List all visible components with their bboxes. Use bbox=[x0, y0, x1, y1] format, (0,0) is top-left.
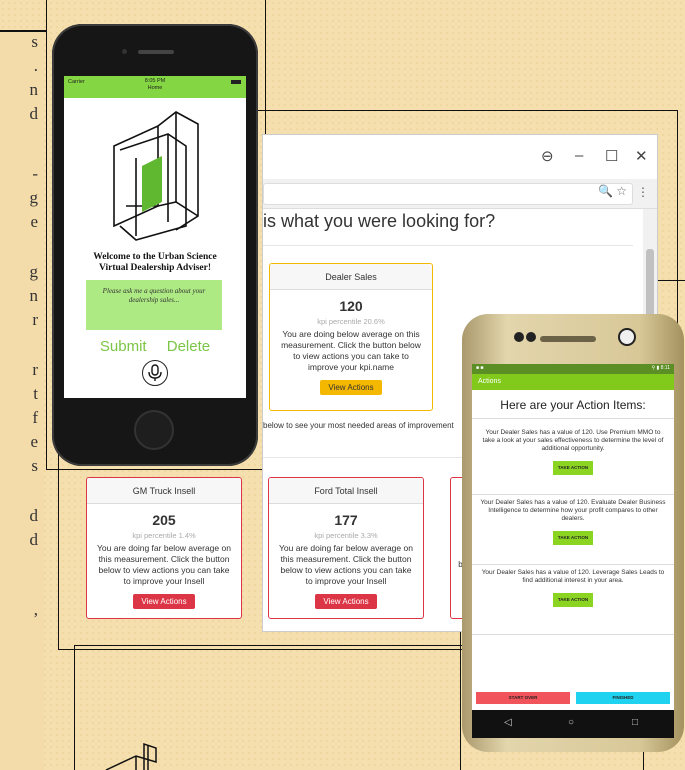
card-description: You are doing far below average on this … bbox=[279, 543, 413, 586]
start-over-button[interactable]: START OVER bbox=[476, 692, 570, 704]
paper-fragment: e bbox=[30, 432, 38, 451]
paper-fragment: r bbox=[32, 360, 38, 379]
improvement-note: below to see your most needed areas of i… bbox=[263, 421, 454, 430]
battery-icon bbox=[231, 80, 241, 84]
card-description: You are doing below average on this meas… bbox=[281, 329, 421, 372]
home-button[interactable] bbox=[134, 410, 174, 450]
dealer-sales-card: Dealer Sales 120 kpi percentile 20.6% Yo… bbox=[269, 263, 433, 411]
card-title: Dealer Sales bbox=[270, 264, 432, 290]
take-action-button[interactable]: TAKE ACTION bbox=[552, 593, 594, 607]
android-device: ■ ■ ⚲ ▮ 8:11 Actions Here are your Actio… bbox=[462, 314, 684, 752]
card-percentile: kpi percentile 1.4% bbox=[132, 531, 196, 540]
paper-fragment: - bbox=[32, 164, 38, 183]
camera-icon bbox=[122, 49, 127, 54]
take-action-button[interactable]: TAKE ACTION bbox=[552, 531, 594, 545]
card-percentile: kpi percentile 20.6% bbox=[317, 317, 385, 326]
take-action-button[interactable]: TAKE ACTION bbox=[552, 461, 594, 475]
divider bbox=[263, 245, 633, 246]
card-title: GM Truck Insell bbox=[87, 478, 241, 504]
status-center: 8:05 PM Home bbox=[64, 78, 246, 92]
paper-fragment: s bbox=[31, 32, 38, 51]
bottom-actions: START OVER FINISHED bbox=[476, 692, 670, 704]
iphone-device: Carrier 8:05 PM Home Welcome to the Urba… bbox=[52, 24, 258, 466]
action-item: Your Dealer Sales has a value of 120. Le… bbox=[472, 565, 674, 635]
action-item-text: Your Dealer Sales has a value of 120. Us… bbox=[482, 429, 664, 452]
action-item: Your Dealer Sales has a value of 120. Us… bbox=[472, 425, 674, 495]
paper-fragment: g bbox=[29, 188, 39, 207]
paper-fragment: f bbox=[32, 408, 38, 427]
earpiece bbox=[138, 50, 174, 54]
action-item: Your Dealer Sales has a value of 120. Ev… bbox=[472, 495, 674, 565]
address-bar: 🔍 ☆ ⋮ bbox=[263, 179, 657, 209]
screen-name: Home bbox=[147, 85, 163, 91]
paper-fragment: d bbox=[29, 530, 39, 549]
menu-icon[interactable]: ⋮ bbox=[637, 185, 649, 199]
view-actions-button[interactable]: View Actions bbox=[320, 380, 382, 395]
recent-apps-icon[interactable]: □ bbox=[632, 717, 638, 728]
paper-fragment: s bbox=[31, 456, 38, 475]
paper-margin: s . n d - g e g n r r t f e s d d , bbox=[0, 30, 44, 770]
ford-total-insell-card: Ford Total Insell 177 kpi percentile 3.3… bbox=[268, 477, 424, 619]
paper-fragment: , bbox=[33, 600, 38, 619]
browser-titlebar: ⊖ – ☐ ✕ bbox=[263, 135, 657, 179]
url-input[interactable] bbox=[263, 183, 633, 205]
status-bar: ■ ■ ⚲ ▮ 8:11 bbox=[472, 364, 674, 374]
card-title: Ford Total Insell bbox=[269, 478, 423, 504]
gm-truck-insell-card: GM Truck Insell 205 kpi percentile 1.4% … bbox=[86, 477, 242, 619]
android-screen: ■ ■ ⚲ ▮ 8:11 Actions Here are your Actio… bbox=[472, 364, 674, 738]
paper-fragment: n bbox=[29, 286, 39, 305]
paper-fragment: d bbox=[29, 506, 39, 525]
account-icon[interactable]: ⊖ bbox=[541, 147, 554, 165]
action-items-title: Here are your Action Items: bbox=[472, 398, 674, 419]
card-value: 177 bbox=[334, 512, 358, 528]
search-star-icon[interactable]: 🔍 ☆ bbox=[598, 184, 627, 198]
finished-button[interactable]: FINISHED bbox=[576, 692, 670, 704]
action-buttons: Submit Delete bbox=[64, 338, 246, 355]
front-camera-icon bbox=[618, 328, 636, 346]
action-item-text: Your Dealer Sales has a value of 120. Le… bbox=[481, 569, 665, 584]
paper-fragment: n bbox=[29, 80, 39, 99]
card-description: You are doing far below average on this … bbox=[97, 543, 231, 586]
paper-fragment: t bbox=[33, 384, 38, 403]
maximize-icon[interactable]: ☐ bbox=[605, 147, 618, 165]
welcome-line: Virtual Dealership Adviser! bbox=[98, 263, 212, 273]
status-right: ⚲ ▮ 8:11 bbox=[651, 365, 670, 371]
delete-button[interactable]: Delete bbox=[167, 338, 210, 355]
home-icon[interactable]: ○ bbox=[568, 717, 574, 728]
paper-fragment: d bbox=[29, 104, 39, 123]
action-item-text: Your Dealer Sales has a value of 120. Ev… bbox=[480, 499, 666, 522]
card-value: 120 bbox=[339, 298, 363, 314]
navigation-bar: ◁ ○ □ bbox=[472, 710, 674, 738]
view-actions-button[interactable]: View Actions bbox=[315, 594, 377, 609]
paper-fragment: g bbox=[29, 262, 39, 281]
paper-fragment: e bbox=[30, 212, 38, 231]
divider bbox=[0, 30, 46, 32]
page-title: is what you were looking for? bbox=[263, 211, 496, 231]
paper-fragment: r bbox=[32, 310, 38, 329]
welcome-heading: Welcome to the Urban Science Virtual Dea… bbox=[64, 252, 246, 274]
logo-fragment-icon bbox=[105, 742, 157, 770]
status-bar: Carrier 8:05 PM Home bbox=[64, 76, 246, 98]
status-time: 8:05 PM bbox=[144, 78, 166, 84]
question-input[interactable]: Please ask me a question about your deal… bbox=[86, 280, 222, 330]
urban-science-logo-icon bbox=[113, 111, 199, 241]
welcome-line: Welcome to the Urban Science bbox=[93, 252, 217, 262]
microphone-icon[interactable] bbox=[142, 360, 168, 386]
notification-icon: ■ ■ bbox=[476, 365, 484, 371]
iphone-screen: Carrier 8:05 PM Home Welcome to the Urba… bbox=[64, 76, 246, 398]
back-icon[interactable]: ◁ bbox=[504, 717, 512, 728]
sensor-icon bbox=[526, 332, 536, 342]
camera-icon bbox=[514, 332, 524, 342]
submit-button[interactable]: Submit bbox=[100, 338, 147, 355]
close-icon[interactable]: ✕ bbox=[635, 147, 648, 165]
paper-text-fragments: s . n d - g e g n r r t f e s d d , bbox=[8, 30, 39, 622]
card-value: 205 bbox=[152, 512, 176, 528]
paper-fragment: . bbox=[33, 56, 38, 75]
speaker bbox=[540, 336, 596, 342]
view-actions-button[interactable]: View Actions bbox=[133, 594, 195, 609]
minimize-icon[interactable]: – bbox=[575, 147, 583, 164]
card-percentile: kpi percentile 3.3% bbox=[314, 531, 378, 540]
app-bar-title: Actions bbox=[472, 374, 674, 390]
